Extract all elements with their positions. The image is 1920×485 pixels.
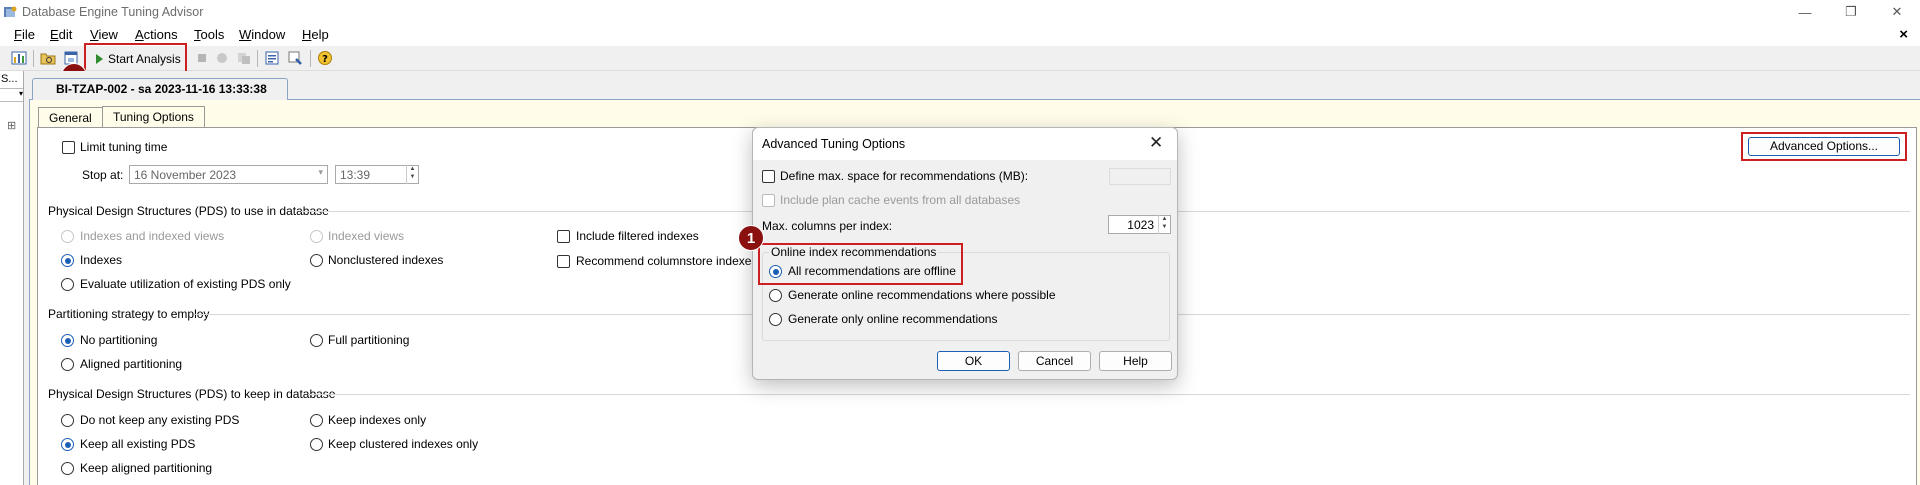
toolbar-separator [257, 50, 258, 67]
tools-icon[interactable] [287, 50, 303, 66]
minimize-button[interactable]: — [1782, 0, 1828, 24]
stop-at-label: Stop at: [82, 168, 124, 182]
radio-keep-indexes-only[interactable] [310, 414, 323, 427]
stop-date-field[interactable]: 16 November 2023 ▾ [129, 165, 328, 184]
toolbar-separator [310, 50, 311, 67]
radio-keep-all[interactable] [61, 438, 74, 451]
menu-tools[interactable]: Tools [194, 27, 224, 42]
close-window-button[interactable]: ✕ [1874, 0, 1920, 24]
keep-clustered-only-label: Keep clustered indexes only [328, 437, 479, 451]
radio-aligned-partitioning[interactable] [61, 358, 74, 371]
dialog-title: Advanced Tuning Options [762, 137, 906, 151]
title-bar: Database Engine Tuning Advisor — ❐ ✕ [0, 0, 1920, 24]
svg-text:?: ? [322, 54, 328, 65]
include-filtered-label: Include filtered indexes [576, 229, 699, 243]
radio-nonclustered[interactable] [310, 254, 323, 267]
open-folder-icon[interactable] [40, 50, 56, 66]
radio-indexes[interactable] [61, 254, 74, 267]
highlight-advanced-options [1741, 132, 1907, 161]
only-online-label: Generate only online recommendations [788, 312, 998, 326]
max-columns-spinner[interactable]: ▲ ▼ [1158, 215, 1170, 234]
pds-use-title: Physical Design Structures (PDS) to use … [48, 204, 329, 218]
radio-indexes-and-views[interactable] [61, 230, 74, 243]
columnstore-label: Recommend columnstore indexes [576, 254, 758, 268]
menu-bar: File Edit View Actions Tools Window Help… [0, 24, 1920, 46]
radio-full-partitioning[interactable] [310, 334, 323, 347]
indexes-and-views-label: Indexes and indexed views [80, 229, 225, 243]
evaluate-label: Evaluate utilization of existing PDS onl… [80, 277, 291, 291]
menu-actions[interactable]: Actions [135, 27, 178, 42]
limit-tuning-time-checkbox[interactable] [62, 141, 75, 154]
tab-tuning-options[interactable]: Tuning Options [102, 106, 205, 127]
copy-icon[interactable] [236, 50, 252, 66]
columnstore-checkbox[interactable] [557, 255, 570, 268]
radio-no-partitioning[interactable] [61, 334, 74, 347]
calendar-dropdown-icon: ▾ [318, 167, 323, 177]
highlight-online-options [758, 243, 963, 285]
menu-edit[interactable]: Edit [50, 27, 72, 42]
ok-button[interactable]: OK [937, 351, 1010, 371]
toolbar-separator [33, 50, 34, 67]
keep-all-label: Keep all existing PDS [80, 437, 196, 451]
radio-online-where-possible[interactable] [769, 289, 782, 302]
report-icon[interactable] [264, 50, 280, 66]
radio-keep-none[interactable] [61, 414, 74, 427]
expand-icon[interactable]: ⊞ [7, 119, 16, 132]
keep-aligned-label: Keep aligned partitioning [80, 461, 213, 475]
menu-window[interactable]: Window [239, 27, 285, 42]
indexes-label: Indexes [80, 253, 123, 267]
pane-dropdown[interactable]: ▾ [0, 88, 23, 102]
dialog-close-icon[interactable]: ✕ [1149, 133, 1163, 153]
max-space-field[interactable] [1109, 168, 1171, 185]
stop-time-field[interactable]: 13:39 ▲ ▼ [335, 165, 419, 184]
radio-only-online[interactable] [769, 313, 782, 326]
advanced-tuning-options-dialog: Advanced Tuning Options ✕ Define max. sp… [752, 127, 1178, 380]
dialog-title-bar: Advanced Tuning Options ✕ [753, 128, 1177, 160]
step-badge-1: 1 [738, 225, 764, 251]
indexed-views-label: Indexed views [328, 229, 405, 243]
online-where-possible-label: Generate online recommendations where po… [788, 288, 1056, 302]
keep-indexes-only-label: Keep indexes only [328, 413, 427, 427]
radio-keep-aligned[interactable] [61, 462, 74, 475]
menu-view[interactable]: View [90, 27, 118, 42]
limit-tuning-time-label: Limit tuning time [80, 140, 168, 154]
radio-evaluate[interactable] [61, 278, 74, 291]
nonclustered-label: Nonclustered indexes [328, 253, 444, 267]
toolbar: Start Analysis ? [0, 43, 1920, 73]
include-plan-cache-checkbox[interactable] [762, 194, 775, 207]
app-icon [4, 6, 17, 17]
cancel-icon[interactable] [214, 50, 230, 66]
full-partitioning-label: Full partitioning [328, 333, 410, 347]
session-monitor-icon[interactable] [11, 50, 27, 66]
divider [308, 394, 1910, 395]
pane-label: S... [1, 73, 18, 85]
menu-file[interactable]: File [14, 27, 35, 42]
no-partitioning-label: No partitioning [80, 333, 158, 347]
time-spinner[interactable]: ▲ ▼ [406, 165, 418, 184]
session-tab[interactable]: BI-TZAP-002 - sa 2023-11-16 13:33:38 [32, 78, 288, 100]
restore-button[interactable]: ❐ [1828, 0, 1874, 24]
aligned-partitioning-label: Aligned partitioning [80, 357, 183, 371]
help-icon[interactable]: ? [317, 50, 333, 66]
session-monitor-pane: S... ▾ ⊞ [0, 71, 24, 485]
max-columns-label: Max. columns per index: [762, 219, 893, 233]
pds-keep-title: Physical Design Structures (PDS) to keep… [48, 387, 336, 401]
close-document-icon[interactable]: × [1899, 26, 1908, 43]
include-plan-cache-label: Include plan cache events from all datab… [780, 193, 1021, 207]
radio-keep-clustered-only[interactable] [310, 438, 323, 451]
menu-help[interactable]: Help [302, 27, 329, 42]
radio-indexed-views[interactable] [310, 230, 323, 243]
keep-none-label: Do not keep any existing PDS [80, 413, 240, 427]
highlight-start-analysis [84, 43, 187, 73]
window-title: Database Engine Tuning Advisor [22, 5, 204, 19]
stop-icon[interactable] [194, 50, 210, 66]
max-columns-field[interactable]: 1023 ▲ ▼ [1108, 215, 1171, 234]
define-max-space-checkbox[interactable] [762, 170, 775, 183]
tab-general[interactable]: General [38, 107, 103, 128]
cancel-button[interactable]: Cancel [1018, 351, 1091, 371]
help-button[interactable]: Help [1099, 351, 1172, 371]
include-filtered-checkbox[interactable] [557, 230, 570, 243]
define-max-space-label: Define max. space for recommendations (M… [780, 169, 1029, 183]
partitioning-title: Partitioning strategy to employ [48, 307, 210, 321]
